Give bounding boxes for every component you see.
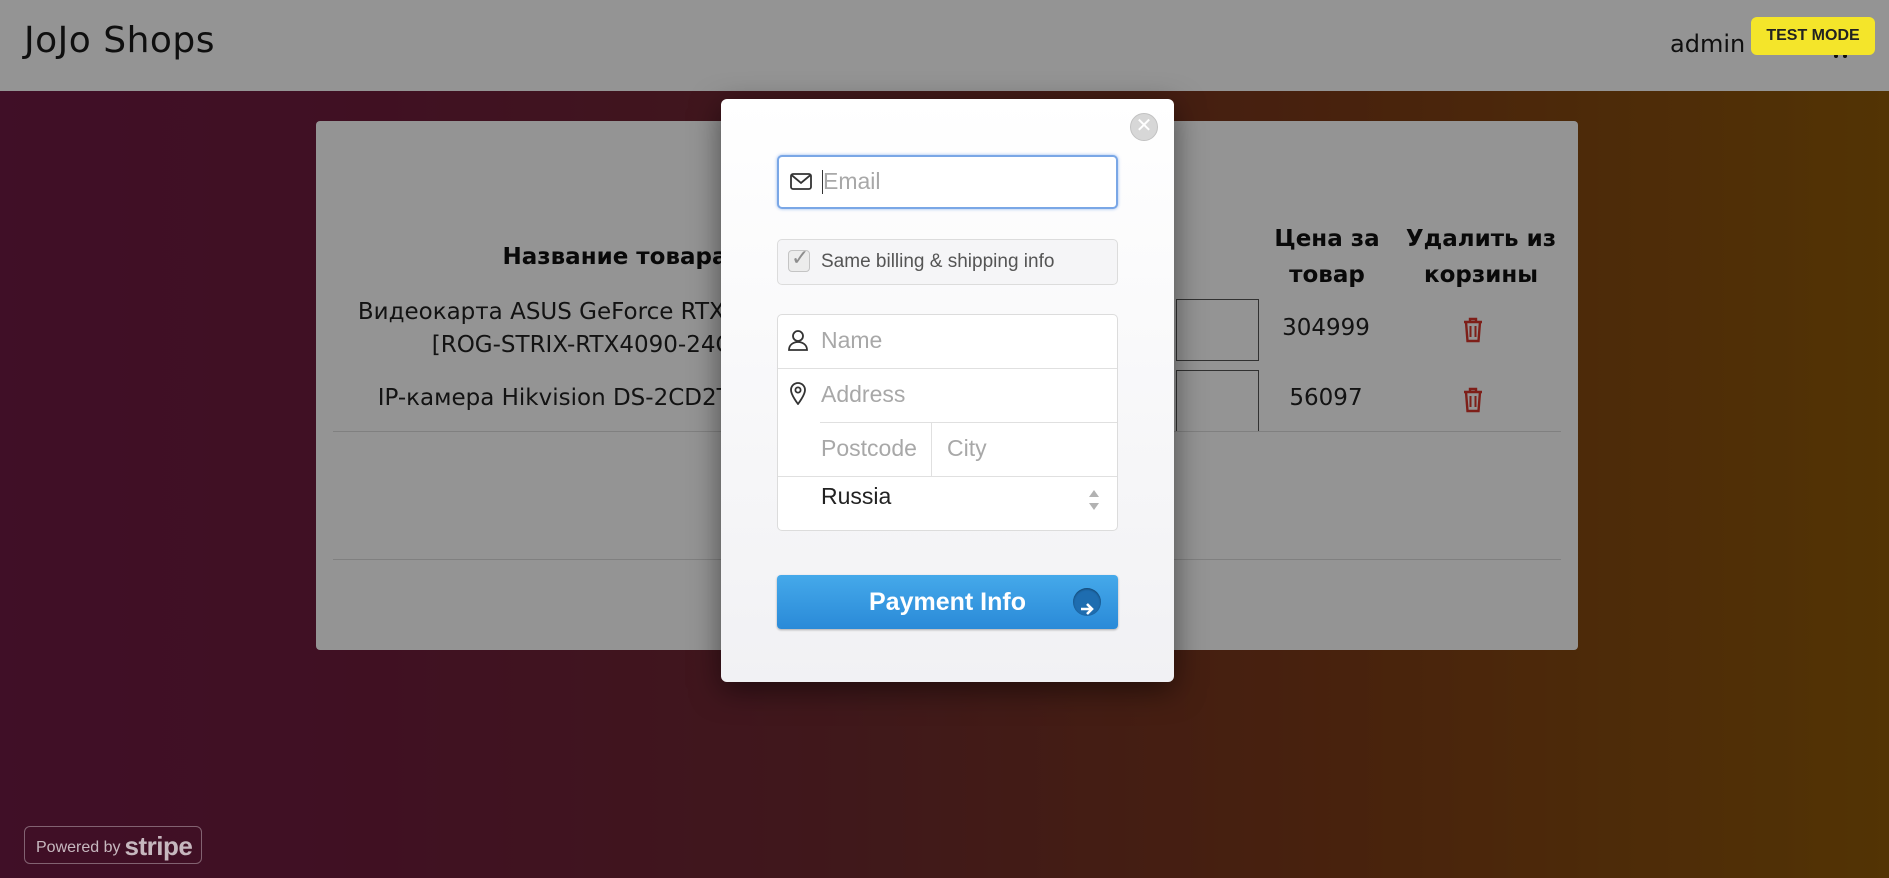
country-select[interactable]: Russia: [821, 483, 891, 510]
field-divider: [778, 476, 1117, 477]
checkmark-icon: ✓: [791, 245, 810, 270]
location-pin-icon: [789, 381, 807, 410]
address-field[interactable]: Address: [821, 381, 905, 408]
postcode-field[interactable]: Postcode: [821, 435, 917, 462]
field-divider: [778, 368, 1117, 369]
email-field[interactable]: Email: [777, 155, 1118, 209]
city-field[interactable]: City: [947, 435, 987, 462]
checkout-modal: ✕ Email ✓ Same billing & shipping info N…: [721, 99, 1174, 682]
close-icon[interactable]: ✕: [1130, 113, 1158, 141]
same-billing-checkbox-row[interactable]: ✓ Same billing & shipping info: [777, 239, 1118, 285]
envelope-icon: [790, 173, 812, 195]
payment-info-label: Payment Info: [869, 588, 1026, 616]
field-divider: [931, 423, 932, 476]
arrow-right-icon: [1073, 588, 1101, 616]
address-fieldset: Name Address Postcode City Russia: [777, 314, 1118, 531]
stripe-logo: stripe: [124, 831, 193, 861]
payment-info-button[interactable]: Payment Info: [777, 575, 1118, 629]
person-icon: [787, 329, 809, 356]
field-divider: [820, 422, 1117, 423]
powered-by-prefix: Powered by: [36, 839, 121, 856]
select-arrows-icon: [1088, 487, 1100, 513]
same-billing-label: Same billing & shipping info: [821, 251, 1055, 272]
powered-by-stripe[interactable]: Powered by stripe: [24, 826, 202, 864]
test-mode-badge: TEST MODE: [1751, 17, 1875, 55]
email-placeholder: Email: [823, 168, 881, 194]
name-field[interactable]: Name: [821, 327, 882, 354]
same-billing-checkbox[interactable]: ✓: [788, 245, 810, 272]
